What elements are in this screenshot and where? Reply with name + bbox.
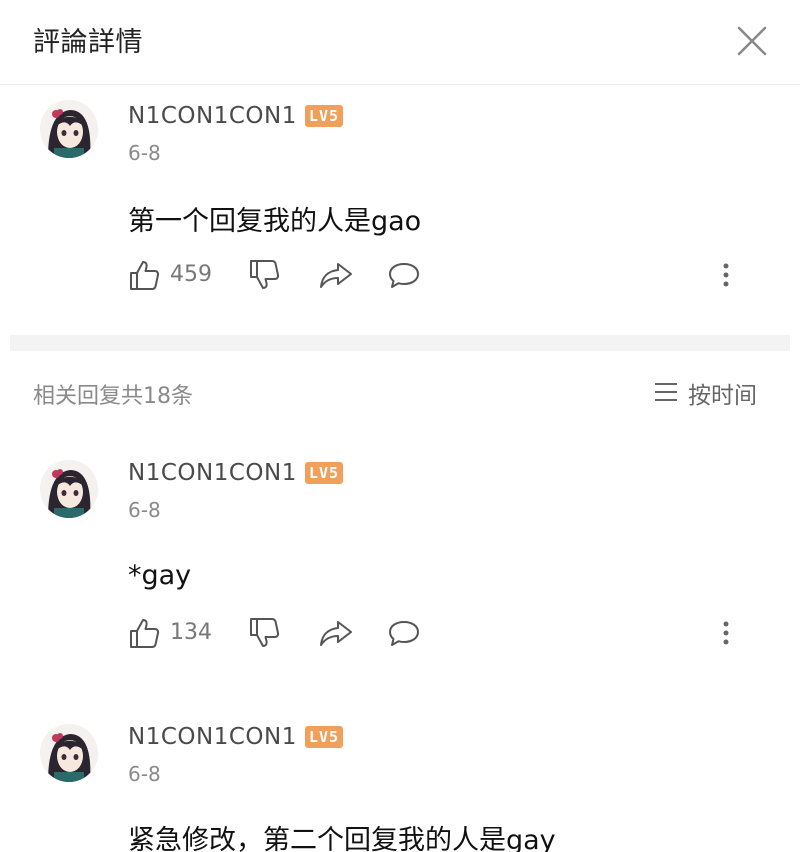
share-icon: [320, 621, 352, 646]
more-options-button[interactable]: [716, 258, 736, 294]
reply-button[interactable]: [386, 258, 422, 294]
replies-header: 相关回复共18条 按时间: [0, 372, 800, 412]
username[interactable]: N1CON1CON1: [128, 103, 297, 129]
comment-date: 6-8: [128, 141, 161, 165]
comment-text: *gay: [128, 560, 192, 591]
main-comment: N1CON1CON1 LV5 6-8 第一个回复我的人是gao 459: [0, 95, 800, 315]
comment-date: 6-8: [128, 498, 161, 522]
sort-label: 按时间: [688, 383, 757, 409]
close-button[interactable]: [736, 25, 768, 57]
share-button[interactable]: [318, 258, 354, 294]
header-divider: [0, 84, 800, 85]
header: 評論詳情: [0, 0, 800, 84]
comment-text: 第一个回复我的人是gao: [128, 206, 422, 237]
reply-item: N1CON1CON1 LV5 6-8 *gay 134: [0, 452, 800, 662]
like-count: 134: [170, 620, 212, 645]
reply-item: N1CON1CON1 LV5 6-8 紧急修改，第二个回复我的人是gay: [0, 716, 800, 852]
comment-bubble-icon: [389, 621, 419, 646]
replies-count: 相关回复共18条: [33, 384, 193, 409]
reply-button[interactable]: [386, 616, 422, 652]
comment-detail-page: 評論詳情 N1CON1CON1 LV5 6-8 第一个回复我的人是gao 459…: [0, 0, 800, 852]
thumbs-down-icon: [250, 260, 280, 289]
dislike-button[interactable]: [248, 258, 284, 294]
thumbs-down-icon: [250, 618, 280, 647]
avatar-icon: [40, 460, 98, 518]
username[interactable]: N1CON1CON1: [128, 460, 297, 486]
more-options-button[interactable]: [716, 616, 736, 652]
comment-actions: 134: [128, 616, 728, 652]
comment-actions: 459: [128, 258, 728, 294]
section-divider: [10, 335, 790, 351]
comment-date: 6-8: [128, 762, 161, 786]
thumbs-up-icon: [130, 261, 160, 290]
avatar-icon: [40, 100, 98, 158]
avatar[interactable]: [40, 460, 98, 518]
more-vertical-icon: [723, 621, 729, 645]
level-badge: LV5: [305, 105, 344, 127]
level-badge: LV5: [305, 462, 344, 484]
share-icon: [320, 263, 352, 288]
like-button[interactable]: 134: [128, 616, 248, 652]
level-badge: LV5: [305, 726, 344, 748]
avatar[interactable]: [40, 100, 98, 158]
avatar-icon: [40, 724, 98, 782]
username[interactable]: N1CON1CON1: [128, 724, 297, 750]
dislike-button[interactable]: [248, 616, 284, 652]
avatar[interactable]: [40, 724, 98, 782]
like-button[interactable]: 459: [128, 258, 248, 294]
like-count: 459: [170, 262, 212, 287]
comment-text: 紧急修改，第二个回复我的人是gay: [128, 825, 556, 852]
page-title: 評論詳情: [33, 27, 143, 58]
close-icon: [737, 26, 767, 56]
share-button[interactable]: [318, 616, 354, 652]
comment-bubble-icon: [389, 263, 419, 288]
sort-icon: [655, 383, 677, 401]
thumbs-up-icon: [130, 619, 160, 648]
more-vertical-icon: [723, 263, 729, 287]
